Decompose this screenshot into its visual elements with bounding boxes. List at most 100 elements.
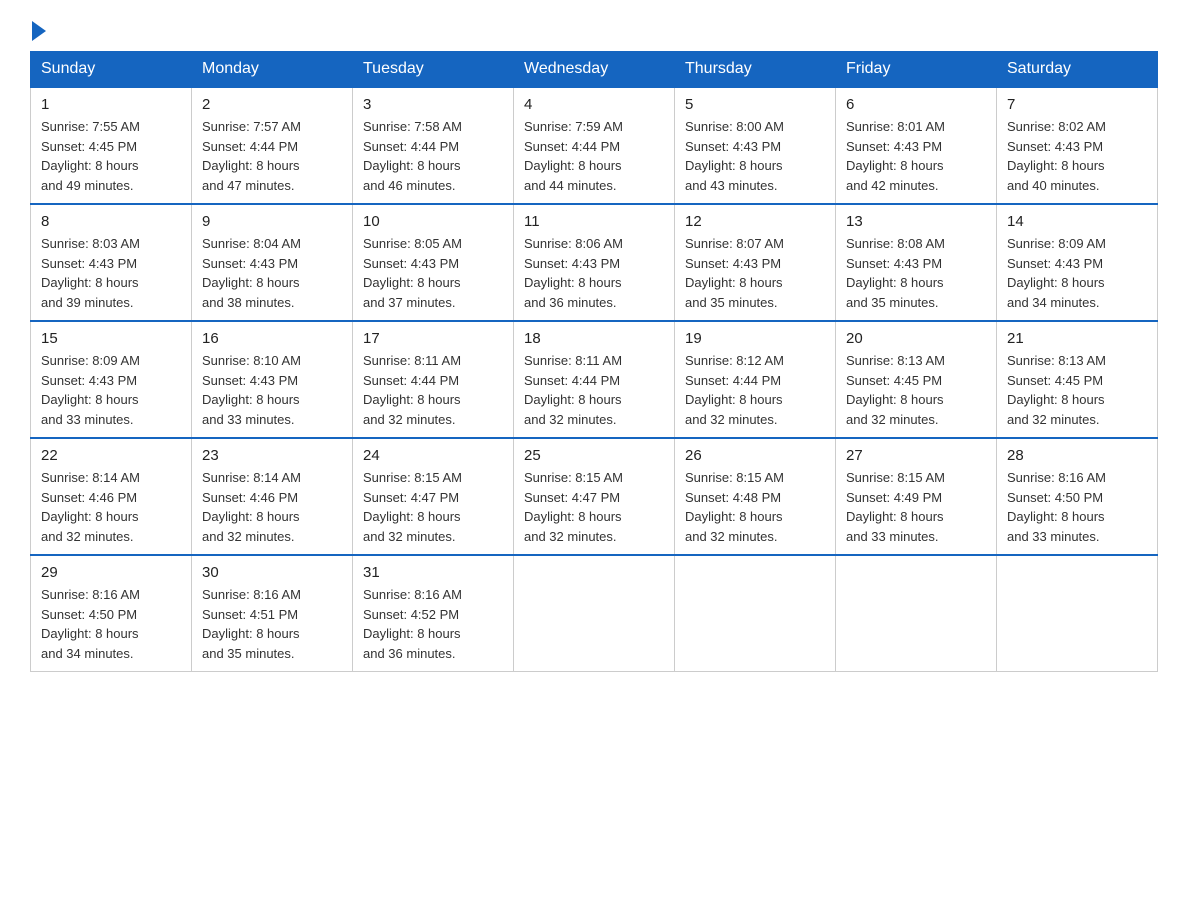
day-info: Sunrise: 8:10 AMSunset: 4:43 PMDaylight:…: [202, 351, 342, 429]
calendar-week-row: 22 Sunrise: 8:14 AMSunset: 4:46 PMDayligh…: [31, 438, 1158, 555]
day-number: 29: [41, 564, 181, 581]
calendar-week-row: 15 Sunrise: 8:09 AMSunset: 4:43 PMDayligh…: [31, 321, 1158, 438]
day-number: 18: [524, 330, 664, 347]
day-number: 23: [202, 447, 342, 464]
calendar-cell: 18 Sunrise: 8:11 AMSunset: 4:44 PMDayligh…: [514, 321, 675, 438]
day-info: Sunrise: 8:16 AMSunset: 4:51 PMDaylight:…: [202, 585, 342, 663]
page-header: [30, 20, 1158, 41]
day-number: 22: [41, 447, 181, 464]
day-info: Sunrise: 8:09 AMSunset: 4:43 PMDaylight:…: [41, 351, 181, 429]
day-number: 5: [685, 96, 825, 113]
calendar-cell: 1 Sunrise: 7:55 AMSunset: 4:45 PMDaylight…: [31, 87, 192, 204]
calendar-header-wednesday: Wednesday: [514, 52, 675, 88]
day-info: Sunrise: 8:13 AMSunset: 4:45 PMDaylight:…: [1007, 351, 1147, 429]
day-number: 17: [363, 330, 503, 347]
day-info: Sunrise: 7:55 AMSunset: 4:45 PMDaylight:…: [41, 117, 181, 195]
day-number: 10: [363, 213, 503, 230]
calendar-cell: 6 Sunrise: 8:01 AMSunset: 4:43 PMDaylight…: [836, 87, 997, 204]
day-info: Sunrise: 8:02 AMSunset: 4:43 PMDaylight:…: [1007, 117, 1147, 195]
calendar-header-monday: Monday: [192, 52, 353, 88]
day-number: 19: [685, 330, 825, 347]
day-info: Sunrise: 8:04 AMSunset: 4:43 PMDaylight:…: [202, 234, 342, 312]
logo-arrow-icon: [32, 21, 46, 41]
day-info: Sunrise: 8:16 AMSunset: 4:50 PMDaylight:…: [41, 585, 181, 663]
day-number: 9: [202, 213, 342, 230]
day-number: 7: [1007, 96, 1147, 113]
day-number: 28: [1007, 447, 1147, 464]
day-number: 24: [363, 447, 503, 464]
day-number: 25: [524, 447, 664, 464]
calendar-cell: 24 Sunrise: 8:15 AMSunset: 4:47 PMDayligh…: [353, 438, 514, 555]
day-number: 20: [846, 330, 986, 347]
calendar-cell: 3 Sunrise: 7:58 AMSunset: 4:44 PMDaylight…: [353, 87, 514, 204]
day-info: Sunrise: 8:11 AMSunset: 4:44 PMDaylight:…: [363, 351, 503, 429]
day-number: 31: [363, 564, 503, 581]
day-info: Sunrise: 8:11 AMSunset: 4:44 PMDaylight:…: [524, 351, 664, 429]
calendar-cell: 4Sunrise: 7:59 AMSunset: 4:44 PMDaylight…: [514, 87, 675, 204]
day-number: 3: [363, 96, 503, 113]
day-number: 4: [524, 96, 664, 113]
calendar-cell: 9 Sunrise: 8:04 AMSunset: 4:43 PMDaylight…: [192, 204, 353, 321]
calendar-cell: 31 Sunrise: 8:16 AMSunset: 4:52 PMDayligh…: [353, 555, 514, 672]
calendar-cell: 28Sunrise: 8:16 AMSunset: 4:50 PMDayligh…: [997, 438, 1158, 555]
calendar-cell: 12Sunrise: 8:07 AMSunset: 4:43 PMDayligh…: [675, 204, 836, 321]
calendar-cell: 20 Sunrise: 8:13 AMSunset: 4:45 PMDayligh…: [836, 321, 997, 438]
calendar-header-row: SundayMondayTuesdayWednesdayThursdayFrid…: [31, 52, 1158, 88]
day-number: 13: [846, 213, 986, 230]
calendar-cell: [997, 555, 1158, 672]
calendar-table: SundayMondayTuesdayWednesdayThursdayFrid…: [30, 51, 1158, 672]
day-number: 30: [202, 564, 342, 581]
calendar-cell: 29 Sunrise: 8:16 AMSunset: 4:50 PMDayligh…: [31, 555, 192, 672]
calendar-cell: 14Sunrise: 8:09 AMSunset: 4:43 PMDayligh…: [997, 204, 1158, 321]
day-number: 27: [846, 447, 986, 464]
day-info: Sunrise: 8:15 AMSunset: 4:47 PMDaylight:…: [524, 468, 664, 546]
day-info: Sunrise: 8:14 AMSunset: 4:46 PMDaylight:…: [41, 468, 181, 546]
day-info: Sunrise: 8:13 AMSunset: 4:45 PMDaylight:…: [846, 351, 986, 429]
calendar-header-saturday: Saturday: [997, 52, 1158, 88]
day-number: 21: [1007, 330, 1147, 347]
day-info: Sunrise: 8:05 AMSunset: 4:43 PMDaylight:…: [363, 234, 503, 312]
calendar-cell: 26 Sunrise: 8:15 AMSunset: 4:48 PMDayligh…: [675, 438, 836, 555]
day-info: Sunrise: 8:15 AMSunset: 4:48 PMDaylight:…: [685, 468, 825, 546]
calendar-week-row: 8 Sunrise: 8:03 AMSunset: 4:43 PMDaylight…: [31, 204, 1158, 321]
calendar-cell: 23 Sunrise: 8:14 AMSunset: 4:46 PMDayligh…: [192, 438, 353, 555]
calendar-header-sunday: Sunday: [31, 52, 192, 88]
day-info: Sunrise: 8:16 AMSunset: 4:52 PMDaylight:…: [363, 585, 503, 663]
day-info: Sunrise: 7:58 AMSunset: 4:44 PMDaylight:…: [363, 117, 503, 195]
calendar-cell: 13 Sunrise: 8:08 AMSunset: 4:43 PMDayligh…: [836, 204, 997, 321]
day-number: 26: [685, 447, 825, 464]
calendar-week-row: 29 Sunrise: 8:16 AMSunset: 4:50 PMDayligh…: [31, 555, 1158, 672]
day-info: Sunrise: 8:08 AMSunset: 4:43 PMDaylight:…: [846, 234, 986, 312]
day-info: Sunrise: 8:14 AMSunset: 4:46 PMDaylight:…: [202, 468, 342, 546]
day-info: Sunrise: 7:57 AMSunset: 4:44 PMDaylight:…: [202, 117, 342, 195]
calendar-cell: 11 Sunrise: 8:06 AMSunset: 4:43 PMDayligh…: [514, 204, 675, 321]
calendar-cell: 5 Sunrise: 8:00 AMSunset: 4:43 PMDaylight…: [675, 87, 836, 204]
day-info: Sunrise: 8:03 AMSunset: 4:43 PMDaylight:…: [41, 234, 181, 312]
day-number: 8: [41, 213, 181, 230]
day-info: Sunrise: 8:15 AMSunset: 4:47 PMDaylight:…: [363, 468, 503, 546]
calendar-cell: 17 Sunrise: 8:11 AMSunset: 4:44 PMDayligh…: [353, 321, 514, 438]
day-number: 16: [202, 330, 342, 347]
day-info: Sunrise: 8:06 AMSunset: 4:43 PMDaylight:…: [524, 234, 664, 312]
calendar-cell: 22 Sunrise: 8:14 AMSunset: 4:46 PMDayligh…: [31, 438, 192, 555]
day-info: Sunrise: 8:12 AMSunset: 4:44 PMDaylight:…: [685, 351, 825, 429]
calendar-cell: 21 Sunrise: 8:13 AMSunset: 4:45 PMDayligh…: [997, 321, 1158, 438]
day-info: Sunrise: 8:01 AMSunset: 4:43 PMDaylight:…: [846, 117, 986, 195]
day-number: 1: [41, 96, 181, 113]
calendar-header-friday: Friday: [836, 52, 997, 88]
day-number: 6: [846, 96, 986, 113]
calendar-cell: 25 Sunrise: 8:15 AMSunset: 4:47 PMDayligh…: [514, 438, 675, 555]
calendar-cell: 10 Sunrise: 8:05 AMSunset: 4:43 PMDayligh…: [353, 204, 514, 321]
calendar-cell: 30 Sunrise: 8:16 AMSunset: 4:51 PMDayligh…: [192, 555, 353, 672]
calendar-cell: 27Sunrise: 8:15 AMSunset: 4:49 PMDayligh…: [836, 438, 997, 555]
day-number: 15: [41, 330, 181, 347]
day-number: 2: [202, 96, 342, 113]
calendar-week-row: 1 Sunrise: 7:55 AMSunset: 4:45 PMDaylight…: [31, 87, 1158, 204]
calendar-cell: 16 Sunrise: 8:10 AMSunset: 4:43 PMDayligh…: [192, 321, 353, 438]
day-info: Sunrise: 8:00 AMSunset: 4:43 PMDaylight:…: [685, 117, 825, 195]
logo: [30, 20, 46, 41]
day-info: Sunrise: 8:07 AMSunset: 4:43 PMDaylight:…: [685, 234, 825, 312]
calendar-header-thursday: Thursday: [675, 52, 836, 88]
day-number: 11: [524, 213, 664, 230]
day-info: Sunrise: 8:09 AMSunset: 4:43 PMDaylight:…: [1007, 234, 1147, 312]
